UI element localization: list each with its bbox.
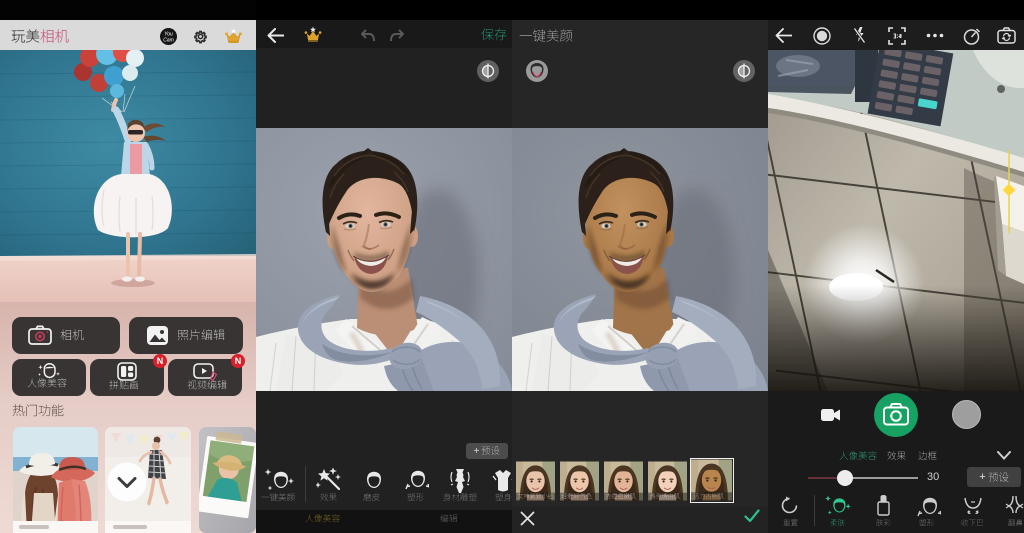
- svg-text:Cam: Cam: [163, 37, 174, 43]
